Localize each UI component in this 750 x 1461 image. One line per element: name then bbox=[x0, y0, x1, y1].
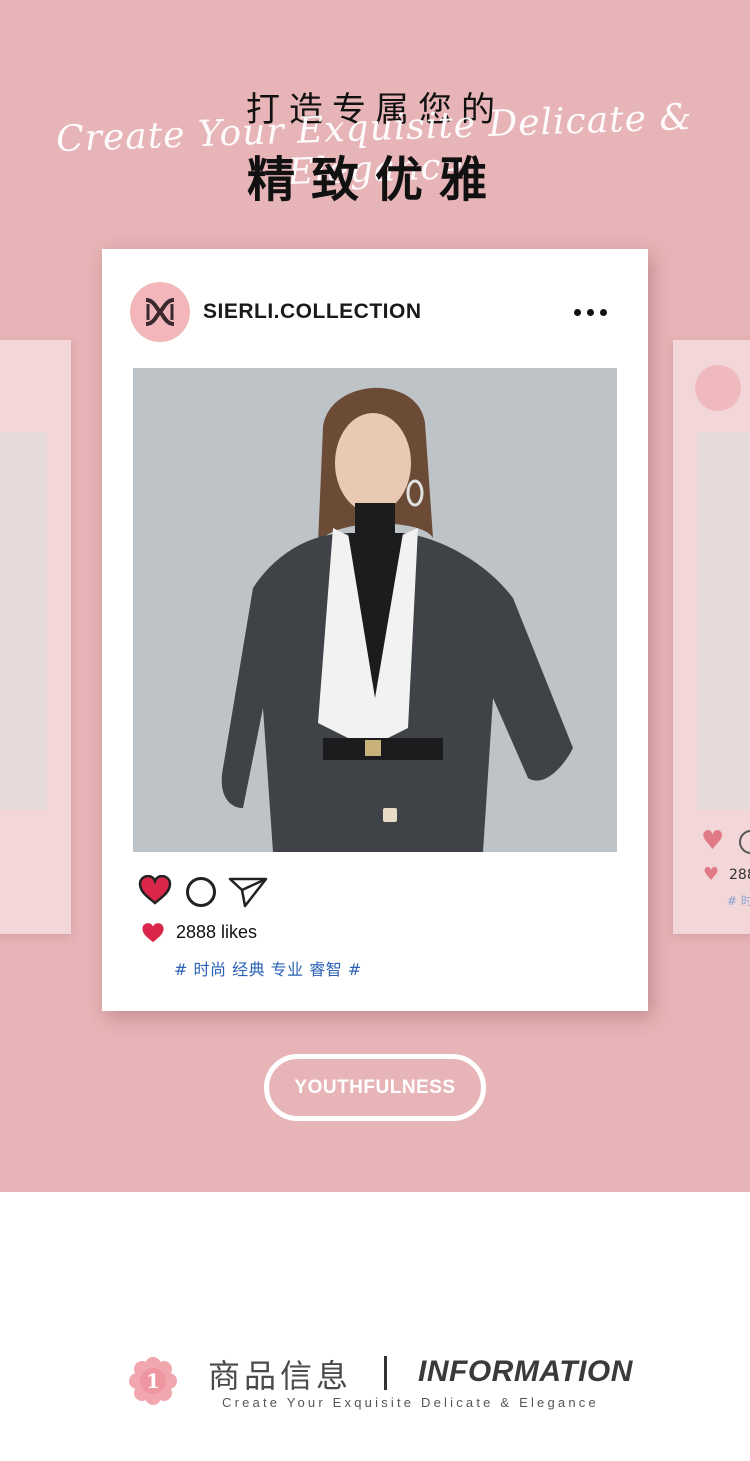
youthfulness-badge[interactable]: YOUTHFULNESS bbox=[264, 1054, 486, 1121]
hero-section: 打造专属您的 Create Your Exquisite Delicate & … bbox=[0, 0, 750, 1192]
model-photo-illustration bbox=[133, 368, 617, 852]
side-card-right-image bbox=[697, 432, 750, 810]
info-subtitle: Create Your Exquisite Delicate & Eleganc… bbox=[222, 1395, 599, 1410]
side-card-comment-icon bbox=[739, 830, 750, 854]
info-title-cn: 商品信息 bbox=[208, 1357, 353, 1395]
more-dots-icon[interactable] bbox=[574, 304, 614, 320]
side-card-likes: 288 bbox=[729, 867, 750, 883]
side-card-tags: # 时 bbox=[727, 894, 750, 908]
comment-icon[interactable] bbox=[186, 877, 216, 907]
side-card-likes-heart-icon: ♥ bbox=[703, 864, 720, 885]
heart-icon[interactable] bbox=[138, 874, 172, 909]
section-number: 1 bbox=[146, 1369, 160, 1393]
side-card-logo bbox=[695, 365, 741, 411]
hero-title-line2: 精致优雅 bbox=[246, 152, 503, 208]
account-name[interactable]: SIERLI.COLLECTION bbox=[203, 300, 422, 324]
info-divider bbox=[384, 1356, 387, 1390]
post-card: SIERLI.COLLECTION 2888 likes # 时尚 经典 专业 … bbox=[102, 249, 648, 1011]
side-card-left[interactable] bbox=[0, 340, 71, 934]
likes-count: 2888 likes bbox=[176, 922, 258, 942]
side-card-left-image bbox=[0, 432, 47, 810]
side-card-right[interactable]: ♥ ♥ 288 # 时 bbox=[673, 340, 750, 934]
share-icon[interactable] bbox=[228, 876, 268, 912]
likes-heart-icon bbox=[141, 922, 165, 948]
flower-number-icon: 1 bbox=[129, 1357, 177, 1405]
hashtags[interactable]: # 时尚 经典 专业 睿智 # bbox=[174, 956, 362, 980]
post-photo bbox=[133, 368, 617, 852]
brand-monogram-icon bbox=[145, 298, 175, 326]
brand-logo-avatar[interactable] bbox=[130, 282, 190, 342]
info-title-en: INFORMATION bbox=[418, 1355, 633, 1388]
youthfulness-label: YOUTHFULNESS bbox=[294, 1076, 456, 1098]
side-card-heart-icon: ♥ bbox=[701, 826, 725, 856]
